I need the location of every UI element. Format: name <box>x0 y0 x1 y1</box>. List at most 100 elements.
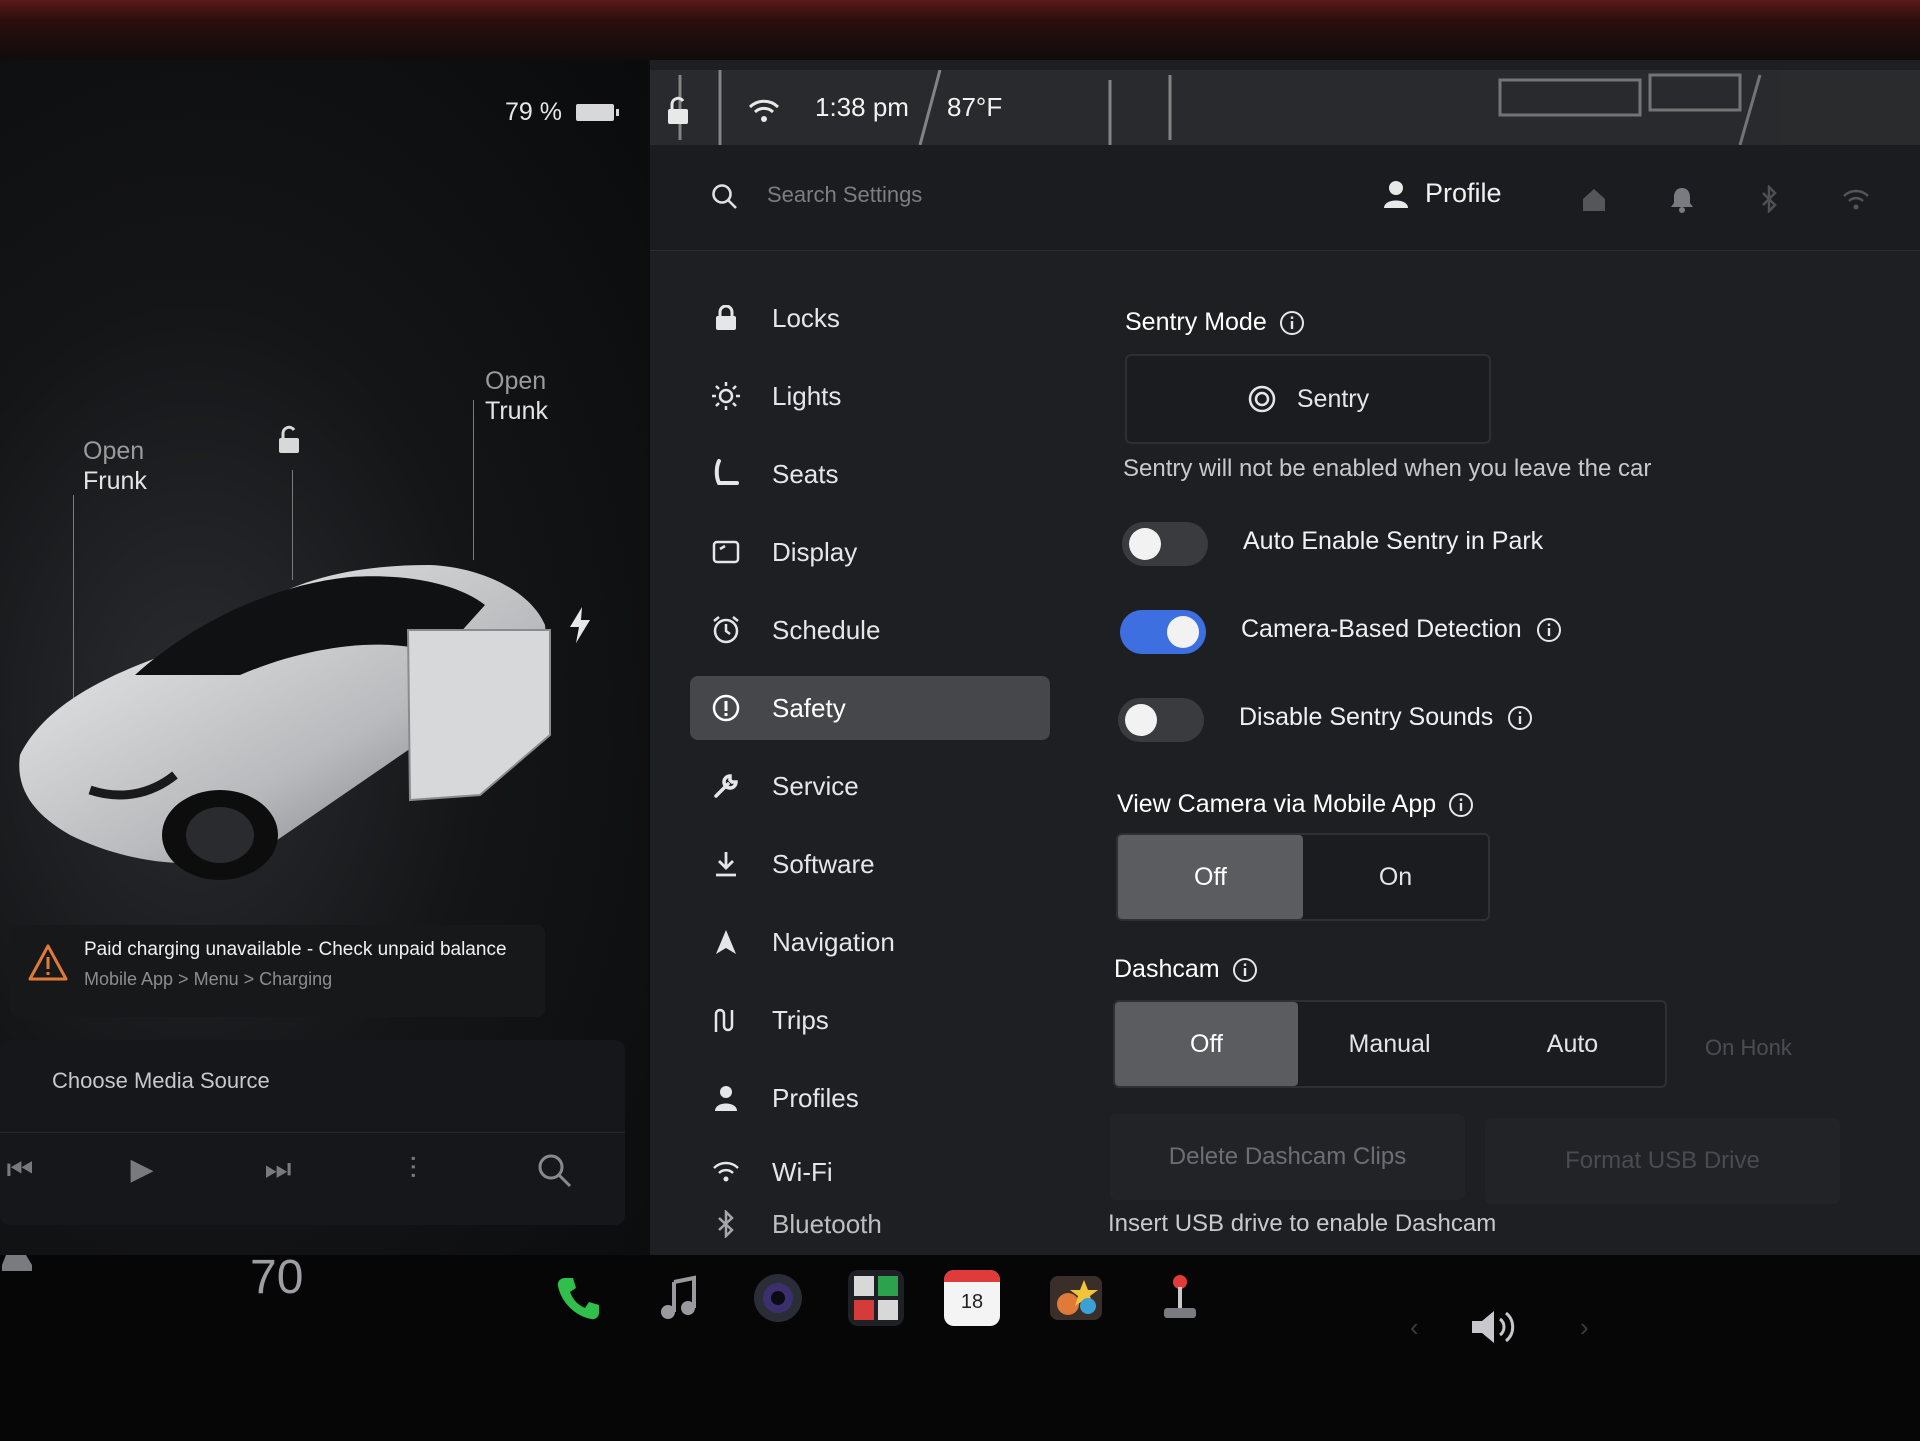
sentry-mode-title: Sentry Mode <box>1125 308 1305 337</box>
previous-track-icon[interactable]: ⏮ <box>0 1150 40 1190</box>
delete-dashcam-clips-button[interactable]: Delete Dashcam Clips <box>1110 1114 1465 1200</box>
equalizer-icon[interactable]: ⫶ <box>393 1150 433 1190</box>
menu-label: Safety <box>772 692 846 723</box>
navigation-icon <box>710 926 742 958</box>
profile-button[interactable]: Profile <box>1383 178 1502 209</box>
car-icon[interactable] <box>0 1245 34 1275</box>
volume-up-icon[interactable]: › <box>1580 1312 1589 1343</box>
sentry-note: Sentry will not be enabled when you leav… <box>1123 455 1652 482</box>
profile-label: Profile <box>1425 178 1502 208</box>
clock: 1:38 pm <box>815 92 909 122</box>
menu-label: Display <box>772 536 858 567</box>
camera-detection-toggle[interactable] <box>1120 610 1206 654</box>
camera-icon[interactable] <box>750 1270 806 1326</box>
charge-port-icon[interactable] <box>568 607 592 643</box>
view-camera-off-option[interactable]: Off <box>1118 835 1303 919</box>
menu-item-service[interactable]: Service <box>690 754 1050 818</box>
menu-item-bluetooth[interactable]: Bluetooth <box>690 1194 1050 1254</box>
car-image <box>19 565 551 880</box>
wifi-status-icon <box>748 99 780 122</box>
menu-label: Profiles <box>772 1082 859 1113</box>
dashcam-label: Dashcam <box>1114 955 1220 983</box>
dashcam-off-option[interactable]: Off <box>1115 1002 1298 1086</box>
media-search-icon[interactable] <box>534 1150 574 1190</box>
open-trunk-line2: Trunk <box>485 397 548 425</box>
menu-label: Schedule <box>772 614 881 645</box>
battery-status: 79 % <box>505 98 619 127</box>
info-icon[interactable] <box>1536 617 1562 643</box>
info-icon[interactable] <box>1507 705 1533 731</box>
menu-item-display[interactable]: Display <box>690 520 1050 584</box>
bluetooth-icon[interactable] <box>1755 185 1783 213</box>
next-track-icon[interactable]: ⏭ <box>258 1150 298 1190</box>
charging-alert[interactable]: Paid charging unavailable - Check unpaid… <box>10 925 545 1017</box>
sentry-mode-label: Sentry Mode <box>1125 308 1267 336</box>
alert-title: Paid charging unavailable - Check unpaid… <box>84 939 507 960</box>
menu-label: Wi-Fi <box>772 1156 833 1187</box>
seat-icon <box>710 458 742 490</box>
alarm-icon <box>710 614 742 646</box>
menu-item-software[interactable]: Software <box>690 832 1050 896</box>
menu-item-navigation[interactable]: Navigation <box>690 910 1050 974</box>
arcade-icon[interactable] <box>1048 1270 1104 1326</box>
menu-label: Trips <box>772 1004 829 1035</box>
view-camera-label: View Camera via Mobile App <box>1117 790 1437 818</box>
dashcam-on-honk-option[interactable]: On Honk <box>1705 1035 1792 1061</box>
menu-item-trips[interactable]: Trips <box>690 988 1050 1052</box>
sentry-icon <box>1248 385 1276 413</box>
menu-label: Bluetooth <box>772 1208 882 1239</box>
phone-icon[interactable] <box>551 1270 607 1326</box>
download-icon <box>710 848 742 880</box>
bell-icon[interactable] <box>1668 185 1696 213</box>
info-icon[interactable] <box>1448 792 1474 818</box>
warning-icon <box>28 944 68 981</box>
disable-sentry-sounds-toggle[interactable] <box>1118 698 1204 742</box>
volume-down-icon[interactable]: ‹ <box>1410 1312 1419 1343</box>
menu-label: Navigation <box>772 926 895 957</box>
battery-percent: 79 % <box>505 98 562 126</box>
joystick-icon[interactable] <box>1152 1270 1208 1326</box>
camera-detection-label: Camera-Based Detection <box>1241 615 1562 644</box>
toybox-icon[interactable] <box>848 1270 904 1326</box>
open-frunk-line1: Open <box>83 437 145 465</box>
info-icon[interactable] <box>1232 957 1258 983</box>
volume-icon[interactable] <box>1468 1305 1524 1349</box>
open-frunk-button[interactable]: Open Frunk <box>83 436 147 496</box>
info-icon[interactable] <box>1279 310 1305 336</box>
menu-item-schedule[interactable]: Schedule <box>690 598 1050 662</box>
menu-item-safety[interactable]: Safety <box>690 676 1050 740</box>
temperature-setting[interactable]: 70 <box>250 1250 303 1305</box>
auto-enable-sentry-label: Auto Enable Sentry in Park <box>1243 527 1543 556</box>
dashcam-manual-option[interactable]: Manual <box>1298 1002 1481 1086</box>
search-input[interactable]: Search Settings <box>767 182 922 208</box>
view-camera-on-option[interactable]: On <box>1303 835 1488 919</box>
calendar-day: 18 <box>960 1291 984 1313</box>
dashcam-usb-note: Insert USB drive to enable Dashcam <box>1108 1210 1497 1237</box>
sentry-button[interactable]: Sentry <box>1125 354 1491 444</box>
unlock-icon[interactable] <box>276 425 302 455</box>
play-icon[interactable]: ▶ <box>122 1150 162 1190</box>
menu-item-profiles[interactable]: Profiles <box>690 1066 1050 1130</box>
menu-label: Seats <box>772 458 839 489</box>
disable-sentry-sounds-label: Disable Sentry Sounds <box>1239 703 1533 732</box>
menu-item-seats[interactable]: Seats <box>690 442 1050 506</box>
calendar-icon[interactable]: 18 <box>944 1270 1000 1326</box>
music-icon[interactable] <box>652 1270 708 1326</box>
search-icon[interactable] <box>710 182 738 210</box>
menu-item-locks[interactable]: Locks <box>690 286 1050 350</box>
door-lock-status-icon[interactable] <box>665 96 691 126</box>
auto-enable-sentry-toggle[interactable] <box>1122 522 1208 566</box>
profile-icon <box>1384 180 1408 208</box>
media-source[interactable]: Choose Media Source <box>52 1068 270 1094</box>
menu-item-lights[interactable]: Lights <box>690 364 1050 428</box>
wrench-icon <box>710 770 742 802</box>
dashcam-auto-option[interactable]: Auto <box>1481 1002 1664 1086</box>
home-icon[interactable] <box>1580 185 1608 213</box>
open-trunk-button[interactable]: Open Trunk <box>485 366 548 426</box>
trips-icon <box>710 1004 742 1036</box>
wifi-icon[interactable] <box>1842 185 1870 213</box>
person-icon <box>710 1082 742 1114</box>
menu-label: Service <box>772 770 859 801</box>
bluetooth-icon <box>710 1208 742 1240</box>
format-usb-button[interactable]: Format USB Drive <box>1485 1118 1840 1204</box>
